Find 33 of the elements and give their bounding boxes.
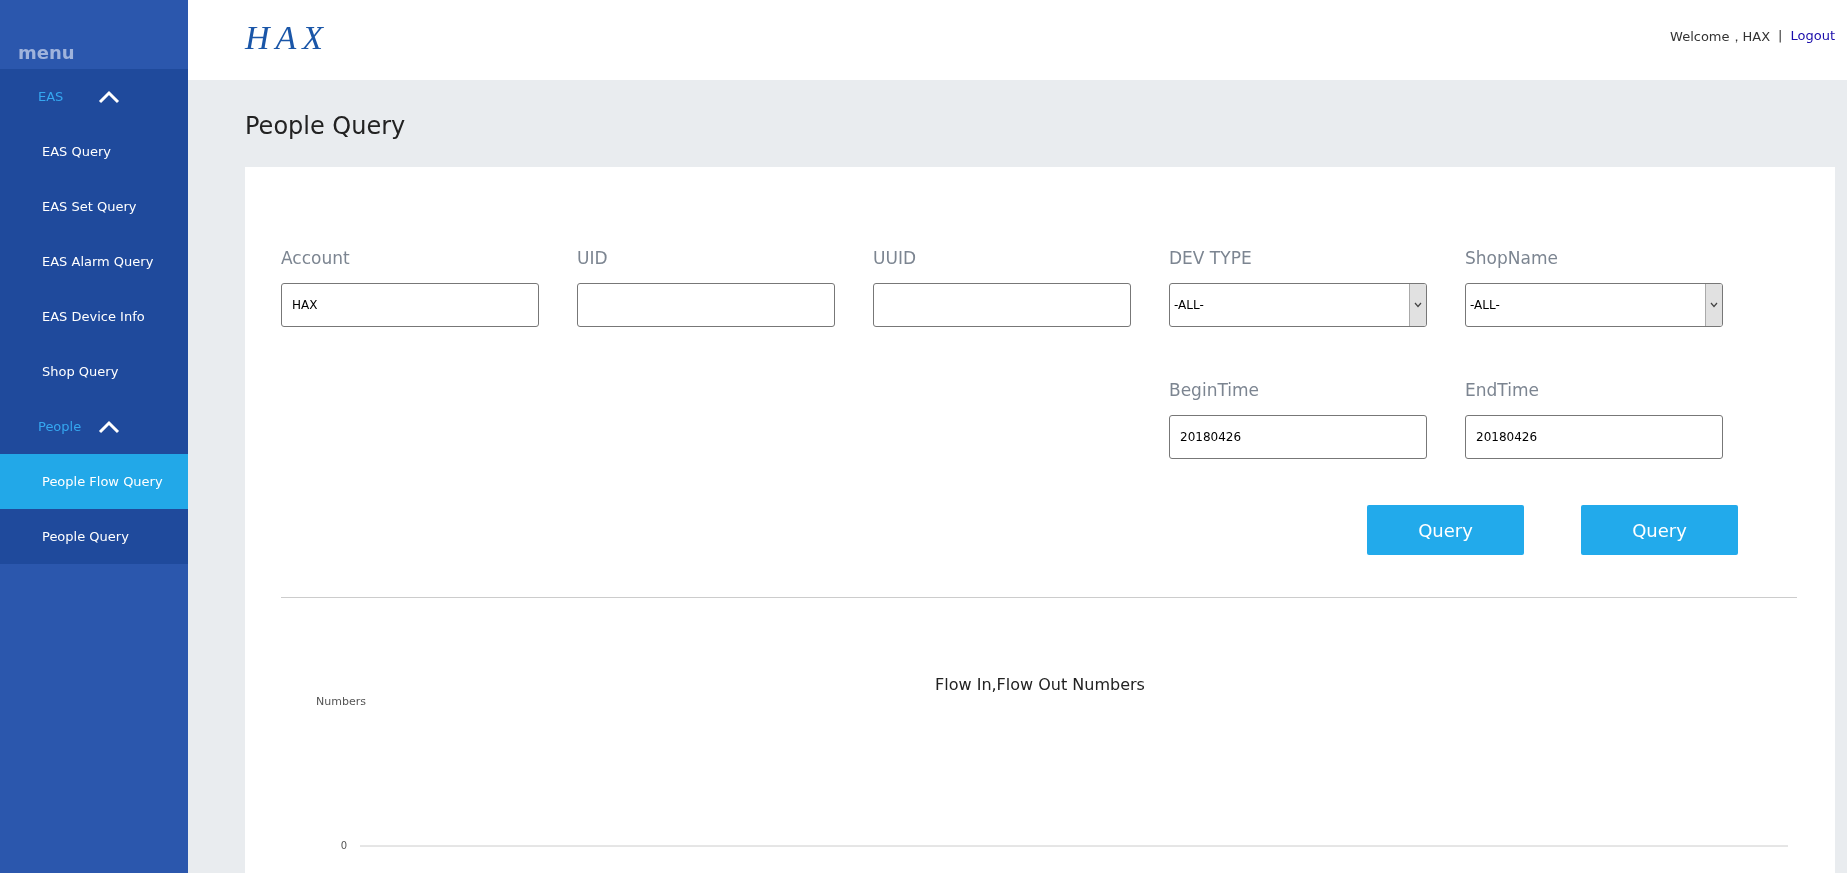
chevron-up-icon (98, 89, 120, 104)
menu-item[interactable]: EAS Set Query (0, 179, 188, 234)
input-field[interactable]: 20180426 (1465, 415, 1723, 459)
chart-title: Flow In,Flow Out Numbers (935, 675, 1145, 694)
chevron-up-icon (98, 419, 120, 434)
field-label: Account (281, 247, 351, 269)
field-label: UID (577, 247, 609, 269)
page-title: People Query (245, 111, 407, 142)
logout-link[interactable]: Logout (1790, 28, 1835, 46)
logo: HAX (245, 19, 330, 57)
menu-title: menu (18, 42, 75, 63)
dropdown-field[interactable]: -ALL- (1465, 283, 1723, 327)
menu-item[interactable]: EAS Alarm Query (0, 234, 188, 289)
menu-item[interactable]: Shop Query (0, 344, 188, 399)
chevron-down-icon (1414, 302, 1422, 308)
separator-text: | (1778, 28, 1783, 45)
tick-label: 0 (340, 840, 347, 851)
welcome-text: Welcome，HAX (1670, 28, 1771, 46)
axis-title: Numbers (316, 695, 366, 708)
menu-item[interactable]: EAS Query (0, 124, 188, 179)
input-field[interactable] (873, 283, 1131, 327)
field-label: UUID (873, 247, 917, 269)
input-field[interactable] (577, 283, 835, 327)
field-label: EndTime (1465, 379, 1540, 401)
menu-item[interactable]: People Query (0, 509, 188, 564)
field-label: BeginTime (1169, 379, 1260, 401)
input-field[interactable]: HAX (281, 283, 539, 327)
field-label: ShopName (1465, 247, 1559, 269)
menu-item[interactable]: EAS Device Info (0, 289, 188, 344)
input-field[interactable]: 20180426 (1169, 415, 1427, 459)
chevron-down-icon (1710, 302, 1718, 308)
field-label: DEV TYPE (1169, 247, 1253, 269)
dropdown-field[interactable]: -ALL- (1169, 283, 1427, 327)
